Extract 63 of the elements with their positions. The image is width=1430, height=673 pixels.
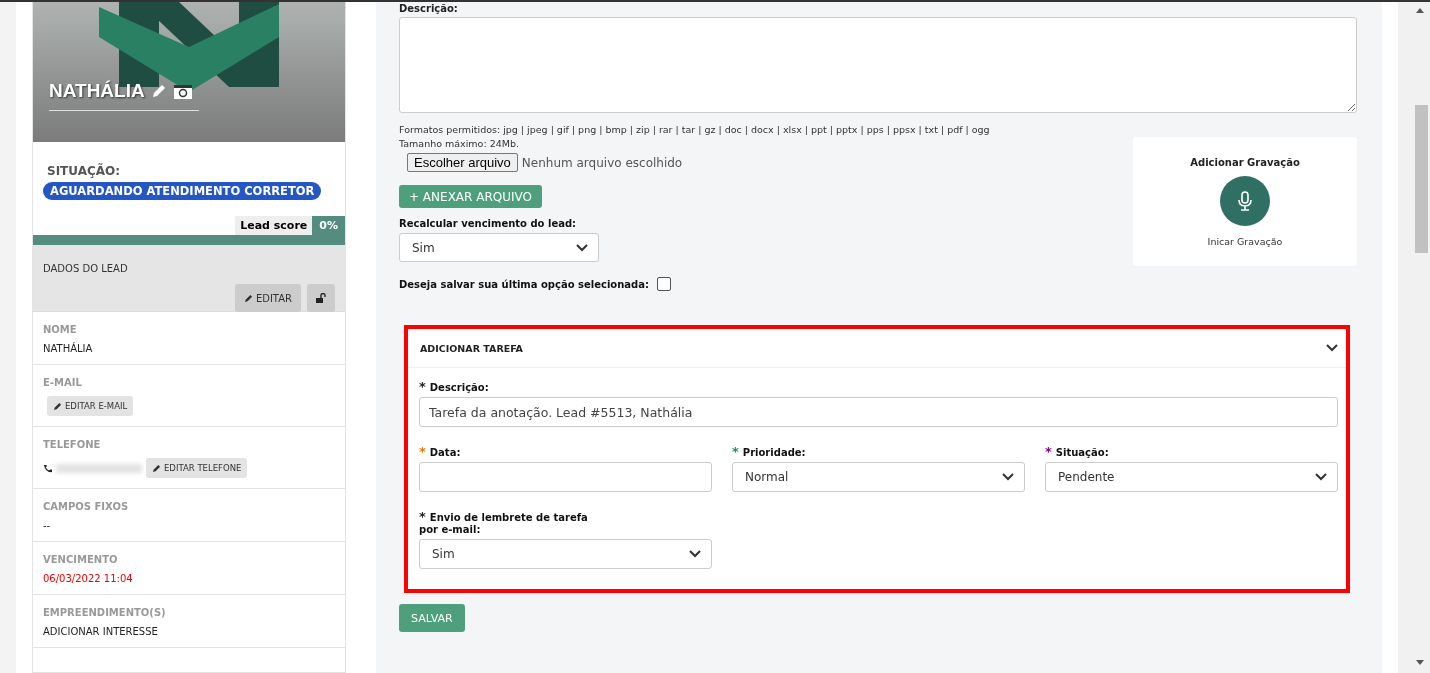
lead-name: NATHÁLIA (49, 80, 145, 102)
chevron-down-icon (689, 550, 701, 558)
edit-email-button[interactable]: EDITAR E-MAIL (47, 396, 134, 416)
pencil-icon[interactable] (150, 83, 167, 99)
lead-score-value: 0% (312, 216, 345, 235)
edit-button[interactable]: EDITAR (234, 284, 301, 312)
field-label: * Data: (419, 447, 462, 459)
field-label: * Prioridade: (732, 447, 807, 459)
scroll-up-icon[interactable] (1416, 8, 1424, 13)
field-label: TELEFONE (43, 439, 102, 450)
field-label: CAMPOS FIXOS (43, 501, 130, 512)
chevron-down-icon[interactable] (1326, 344, 1338, 352)
field-label: EMPREENDIMENTO(S) (43, 607, 167, 618)
scroll-down-icon[interactable] (1416, 660, 1424, 665)
recording-caption: Inicar Gravação (1207, 236, 1283, 247)
text-input[interactable] (419, 462, 712, 492)
task-section-title: ADICIONAR TAREFA (420, 342, 523, 354)
max-size-text: Tamanho máximo: 24Mb. (399, 138, 520, 149)
field-label: * Situação: (1045, 447, 1110, 459)
description-label: Descrição: (399, 3, 459, 15)
choose-file-button[interactable]: Escolher arquivo (407, 153, 518, 172)
field-label: NOME (43, 324, 78, 335)
unlock-button[interactable] (307, 284, 335, 312)
chevron-down-icon (1315, 473, 1327, 481)
select-field[interactable]: Sim (419, 539, 712, 569)
save-option-label: Deseja salvar sua última opção selecionada: (399, 278, 649, 290)
field-label: * Envio de lembrete de tarefa por e-mail: (419, 512, 589, 536)
padlock-icon (316, 293, 326, 303)
required-mark: * (732, 444, 739, 459)
field-value: ADICIONAR INTERESSE (43, 626, 159, 637)
lead-data-title: DADOS DO LEAD (43, 263, 128, 274)
field-label: VENCIMENTO (43, 554, 119, 565)
recalculate-label: Recalcular vencimento do lead: (399, 218, 578, 229)
microphone-icon (1238, 191, 1252, 211)
field-label: * Descrição: (419, 382, 490, 394)
recalculate-select[interactable]: Sim (399, 233, 599, 262)
select-field[interactable]: Pendente (1045, 462, 1338, 492)
pencil-icon (53, 401, 62, 411)
phone-icon (43, 463, 52, 473)
save-option-checkbox[interactable] (657, 277, 671, 291)
pencil-icon (243, 293, 253, 303)
required-mark: * (419, 509, 426, 524)
chevron-down-icon (576, 243, 588, 252)
file-status-text: Nenhum arquivo escolhido (521, 155, 683, 170)
recording-title: Adicionar Gravação (1190, 157, 1300, 168)
pencil-icon (152, 463, 161, 473)
chevron-down-icon (1002, 473, 1014, 481)
required-mark: * (419, 444, 426, 459)
status-badge: AGUARDANDO ATENDIMENTO CORRETOR (43, 182, 322, 200)
record-button[interactable] (1220, 176, 1270, 226)
scrollbar-thumb[interactable] (1415, 105, 1428, 253)
field-value: NATHÁLIA (43, 343, 94, 354)
edit-phone-button[interactable]: EDITAR TELEFONE (146, 458, 248, 478)
due-date: 06/03/2022 11:04 (43, 573, 134, 584)
text-input[interactable]: Tarefa da anotação. Lead #5513, Nathália (419, 397, 1338, 427)
field-value: -- (43, 520, 52, 531)
select-field[interactable]: Normal (732, 462, 1025, 492)
lead-score-label: Lead score (235, 216, 313, 235)
field-label: E-MAIL (43, 377, 83, 388)
allowed-formats-text: Formatos permitidos: jpg | jpeg | gif | png | bmp | zip | rar | tar | gz | doc | docx | xlsx | ppt | pptx | pps | ppsx | txt | pdf | ogg (399, 124, 991, 135)
required-mark: * (419, 379, 426, 394)
status-label: SITUAÇÃO: (47, 164, 122, 178)
required-mark: * (1045, 444, 1052, 459)
